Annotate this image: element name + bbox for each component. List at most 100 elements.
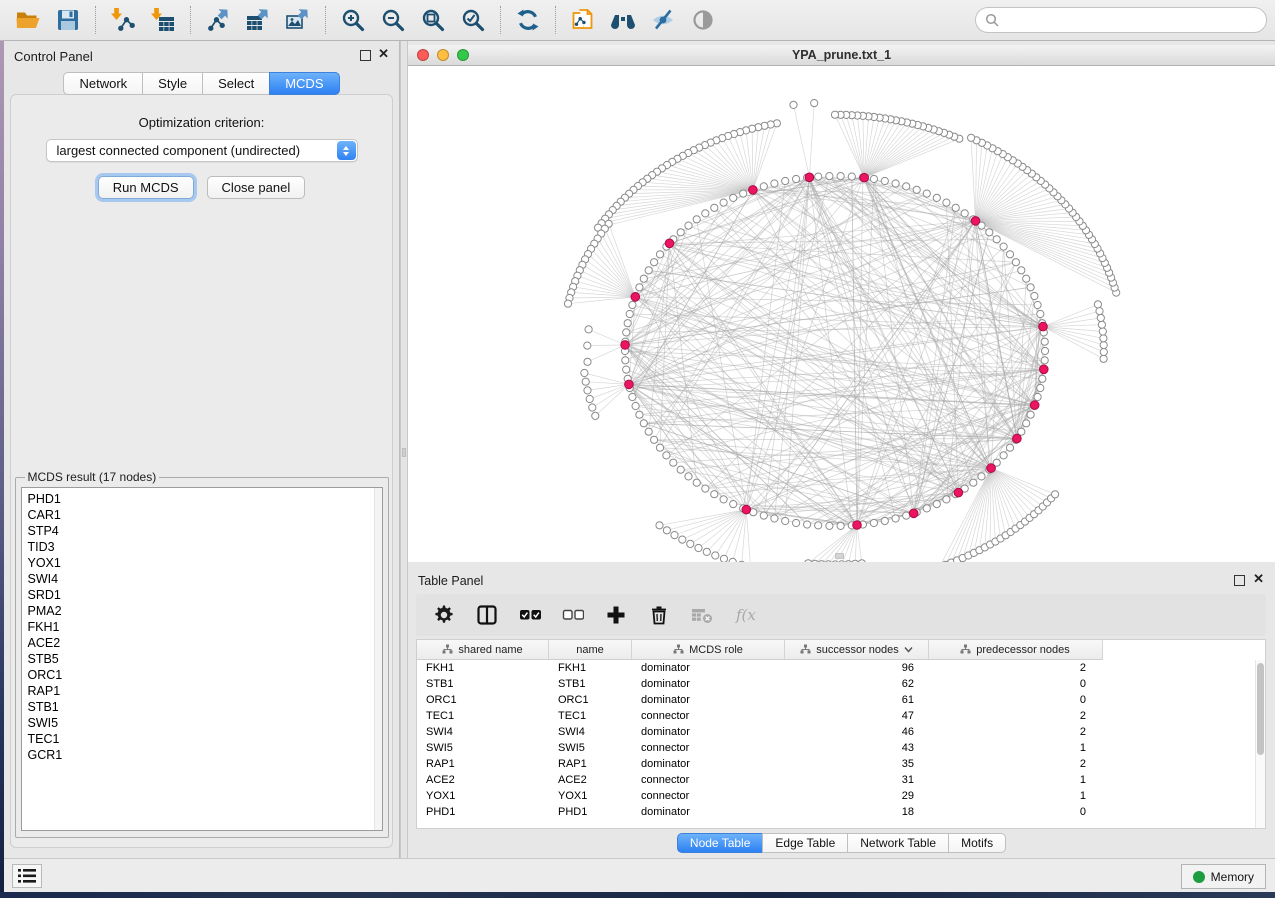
- float-panel-icon[interactable]: [360, 50, 371, 61]
- open-file-button[interactable]: [8, 3, 48, 37]
- zoom-in-button[interactable]: [333, 3, 373, 37]
- refresh-layout-button[interactable]: [508, 3, 548, 37]
- column-header-predecessor-nodes[interactable]: predecessor nodes: [929, 640, 1101, 659]
- export-network-button[interactable]: [198, 3, 238, 37]
- mcds-result-item[interactable]: ORC1: [28, 667, 372, 683]
- import-table-button[interactable]: [143, 3, 183, 37]
- control-panel-tabs: NetworkStyleSelectMCDS: [4, 72, 399, 95]
- mcds-result-item[interactable]: STP4: [28, 523, 372, 539]
- show-graphics-details-button[interactable]: [683, 3, 723, 37]
- tab-network[interactable]: Network: [63, 72, 143, 95]
- select-all-button[interactable]: [517, 603, 543, 627]
- search-input[interactable]: [1004, 13, 1257, 27]
- cell-name: SWI5: [549, 742, 632, 754]
- network-window-titlebar[interactable]: YPA_prune.txt_1: [408, 45, 1275, 66]
- tab-select[interactable]: Select: [202, 72, 270, 95]
- tab-edge-table[interactable]: Edge Table: [762, 833, 848, 853]
- optimization-criterion-select[interactable]: largest connected component (undirected): [46, 139, 358, 162]
- mcds-result-item[interactable]: SWI5: [28, 715, 372, 731]
- close-window-icon[interactable]: [417, 49, 429, 61]
- memory-button[interactable]: Memory: [1181, 864, 1266, 889]
- table-row[interactable]: ACE2ACE2connector311: [417, 772, 1265, 788]
- refresh-layout-icon: [515, 7, 541, 33]
- mcds-result-item[interactable]: RAP1: [28, 683, 372, 699]
- column-header-successor-nodes[interactable]: successor nodes: [785, 640, 929, 659]
- table-row[interactable]: STB1STB1dominator620: [417, 676, 1265, 692]
- search-network-button[interactable]: [603, 3, 643, 37]
- table-row[interactable]: FKH1FKH1dominator962: [417, 660, 1265, 676]
- table-row[interactable]: SWI5SWI5connector431: [417, 740, 1265, 756]
- run-mcds-button[interactable]: Run MCDS: [98, 176, 194, 199]
- table-scrollbar[interactable]: [1255, 660, 1265, 828]
- mcds-result-item[interactable]: TID3: [28, 539, 372, 555]
- deselect-all-button[interactable]: [560, 603, 586, 627]
- network-graph[interactable]: [408, 66, 1275, 562]
- settings-gear-button[interactable]: [431, 603, 457, 627]
- export-network-icon: [205, 7, 231, 33]
- delete-row-button[interactable]: [646, 603, 672, 627]
- table-scrollbar-thumb[interactable]: [1257, 663, 1264, 755]
- table-panel-title: Table Panel: [418, 574, 483, 588]
- save-session-icon: [55, 7, 81, 33]
- mcds-result-item[interactable]: SRD1: [28, 587, 372, 603]
- mcds-result-item[interactable]: PMA2: [28, 603, 372, 619]
- mcds-result-item[interactable]: STB5: [28, 651, 372, 667]
- horizontal-splitter-handle[interactable]: [835, 553, 844, 559]
- close-panel-button[interactable]: Close panel: [207, 176, 306, 199]
- table-row[interactable]: PHD1PHD1dominator180: [417, 804, 1265, 820]
- minimize-window-icon[interactable]: [437, 49, 449, 61]
- tab-motifs[interactable]: Motifs: [948, 833, 1006, 853]
- close-panel-icon[interactable]: ✕: [378, 47, 389, 61]
- float-table-panel-icon[interactable]: [1234, 575, 1245, 586]
- import-network-button[interactable]: [103, 3, 143, 37]
- mcds-result-item[interactable]: PHD1: [28, 491, 372, 507]
- mcds-result-item[interactable]: YOX1: [28, 555, 372, 571]
- toolbar-separator: [500, 6, 501, 34]
- cell-name: ORC1: [549, 694, 632, 706]
- table-row[interactable]: YOX1YOX1connector291: [417, 788, 1265, 804]
- cell-predecessor-nodes: 2: [929, 726, 1101, 738]
- tab-mcds[interactable]: MCDS: [269, 72, 339, 95]
- network-canvas[interactable]: [408, 66, 1275, 562]
- zoom-out-button[interactable]: [373, 3, 413, 37]
- column-header-name[interactable]: name: [549, 640, 632, 659]
- tab-style[interactable]: Style: [142, 72, 203, 95]
- mcds-result-list[interactable]: PHD1CAR1STP4TID3YOX1SWI4SRD1PMA2FKH1ACE2…: [21, 487, 383, 831]
- mcds-result-item[interactable]: TEC1: [28, 731, 372, 747]
- column-header-shared-name[interactable]: shared name: [417, 640, 549, 659]
- tab-network-table[interactable]: Network Table: [847, 833, 949, 853]
- export-table-button[interactable]: [238, 3, 278, 37]
- mcds-result-item[interactable]: ACE2: [28, 635, 372, 651]
- search-box[interactable]: [975, 7, 1267, 33]
- export-image-button[interactable]: [278, 3, 318, 37]
- mcds-result-item[interactable]: STB1: [28, 699, 372, 715]
- vertical-splitter[interactable]: [400, 41, 408, 858]
- table-row[interactable]: RAP1RAP1dominator352: [417, 756, 1265, 772]
- tab-node-table[interactable]: Node Table: [677, 833, 764, 853]
- save-session-button[interactable]: [48, 3, 88, 37]
- mcds-result-item[interactable]: SWI4: [28, 571, 372, 587]
- column-header-mcds-role[interactable]: MCDS role: [632, 640, 785, 659]
- table-row[interactable]: ORC1ORC1dominator610: [417, 692, 1265, 708]
- cell-name: SWI4: [549, 726, 632, 738]
- mcds-result-item[interactable]: FKH1: [28, 619, 372, 635]
- hide-graphics-details-button[interactable]: [643, 3, 683, 37]
- show-columns-button[interactable]: [474, 603, 500, 627]
- mcds-result-item[interactable]: GCR1: [28, 747, 372, 763]
- add-row-button[interactable]: [603, 603, 629, 627]
- task-history-button[interactable]: [12, 864, 42, 888]
- copy-document-share-button[interactable]: [563, 3, 603, 37]
- result-list-scrollbar[interactable]: [374, 488, 382, 830]
- table-row[interactable]: SWI4SWI4dominator462: [417, 724, 1265, 740]
- zoom-fit-button[interactable]: [413, 3, 453, 37]
- cell-shared-name: PHD1: [417, 806, 549, 818]
- control-panel-header: Control Panel ✕: [4, 41, 399, 71]
- vertical-splitter-handle[interactable]: [402, 448, 406, 457]
- function-builder-button: f(x): [732, 603, 758, 627]
- maximize-window-icon[interactable]: [457, 49, 469, 61]
- column-label: predecessor nodes: [976, 644, 1070, 656]
- zoom-selected-button[interactable]: [453, 3, 493, 37]
- mcds-result-item[interactable]: CAR1: [28, 507, 372, 523]
- table-row[interactable]: TEC1TEC1connector472: [417, 708, 1265, 724]
- close-table-panel-icon[interactable]: ✕: [1253, 572, 1264, 586]
